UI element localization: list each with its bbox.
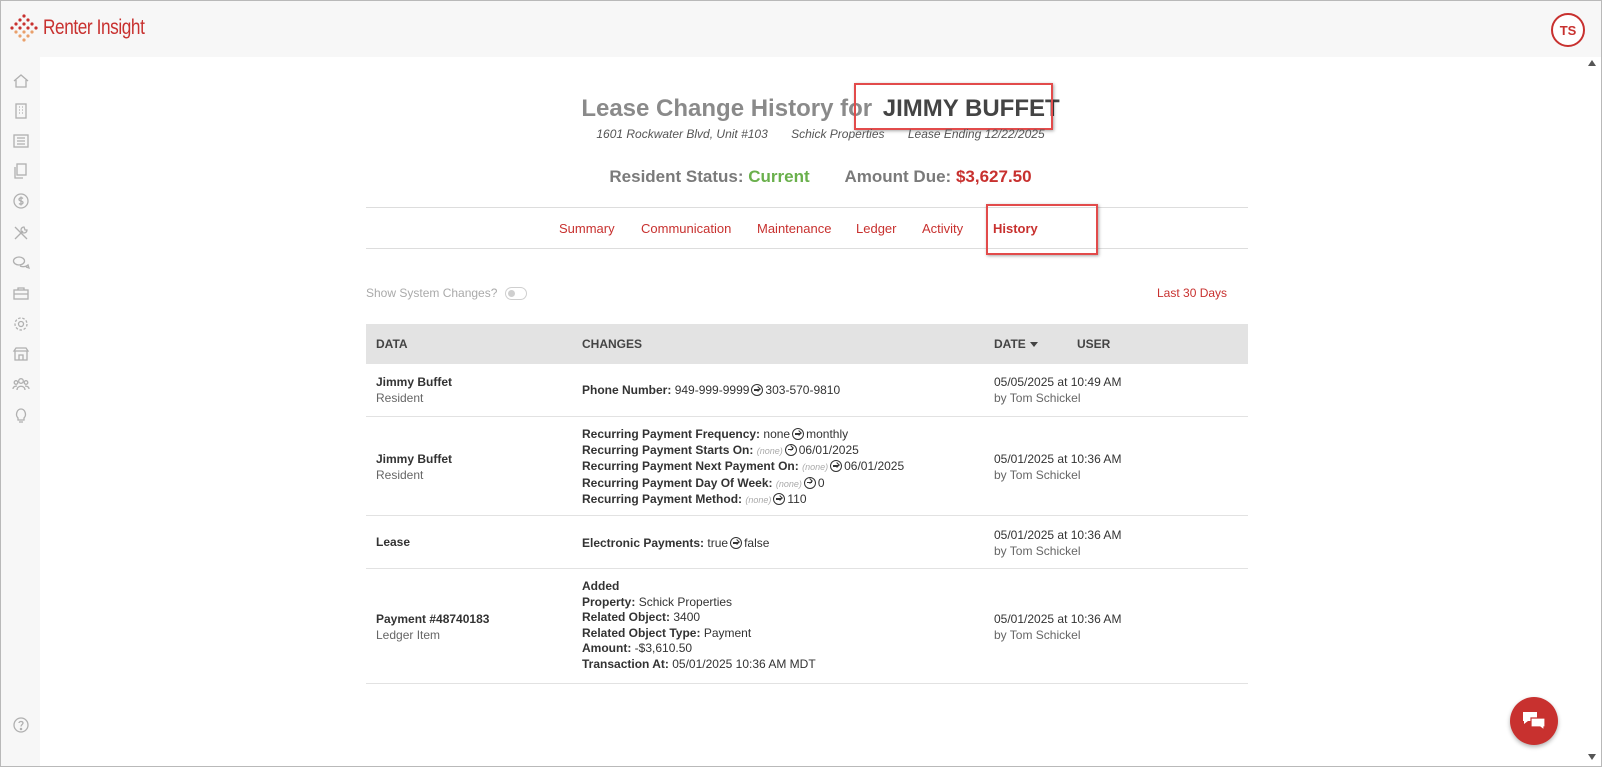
building-icon[interactable] xyxy=(12,102,30,120)
date-range-link[interactable]: Last 30 Days xyxy=(1157,286,1227,300)
home-icon[interactable] xyxy=(12,72,30,90)
briefcase-icon[interactable] xyxy=(12,284,30,302)
lease-tabs: Summary Communication Maintenance Ledger… xyxy=(366,207,1248,249)
chat-bubble-icon xyxy=(1523,712,1546,732)
arrow-right-icon xyxy=(773,493,786,506)
row-data-cell: Jimmy Buffet Resident xyxy=(376,374,452,406)
dollar-icon[interactable] xyxy=(12,192,30,210)
lease-ending: Lease Ending 12/22/2025 xyxy=(907,127,1045,141)
arrow-right-icon xyxy=(730,537,743,549)
page-title: Lease Change History for JIMMY BUFFET xyxy=(40,95,1601,123)
lease-subtitle: 1601 Rockwater Blvd, Unit #103 Schick Pr… xyxy=(40,127,1601,141)
show-system-changes-toggle[interactable] xyxy=(505,286,528,300)
status-value: Current xyxy=(748,167,810,186)
arrow-right-icon xyxy=(803,476,816,489)
main-content: Lease Change History for JIMMY BUFFET 16… xyxy=(40,57,1601,766)
header-user: USER xyxy=(1077,337,1111,351)
header-data: DATA xyxy=(376,337,408,351)
scroll-up-arrow-icon[interactable] xyxy=(1588,60,1596,66)
table-row: Jimmy Buffet Resident Phone Number: 949-… xyxy=(366,364,1248,417)
table-row: Payment #48740183 Ledger Item Added Prop… xyxy=(366,569,1248,684)
show-system-changes: Show System Changes? xyxy=(366,286,528,300)
status-label: Resident Status: xyxy=(609,167,744,186)
resident-status-line: Resident Status: Current Amount Due: $3,… xyxy=(40,167,1601,187)
arrow-right-icon xyxy=(830,460,843,473)
history-table: DATA CHANGES DATE USER Jimmy Buffet Resi… xyxy=(366,324,1248,684)
header-changes: CHANGES xyxy=(582,337,643,351)
row-data-cell: Jimmy Buffet Resident xyxy=(376,452,453,482)
row-date-cell: 05/01/2025 at 10:36 AM by Tom Schickel xyxy=(994,612,1122,642)
row-data-title: Jimmy Buffet xyxy=(376,375,453,389)
table-header: DATA CHANGES DATE USER xyxy=(366,324,1248,364)
tab-maintenance[interactable]: Maintenance xyxy=(757,221,831,236)
scroll-down-arrow-icon[interactable] xyxy=(1588,754,1596,760)
show-system-changes-label: Show System Changes? xyxy=(366,286,498,300)
tab-ledger[interactable]: Ledger xyxy=(856,221,896,236)
row-data-cell: Payment #48740183 Ledger Item xyxy=(376,612,490,642)
row-changes-cell: Added Property: Schick Properties Relate… xyxy=(582,579,816,671)
row-changes-cell: Electronic Payments: true false xyxy=(582,536,770,550)
arrow-right-icon xyxy=(784,443,797,456)
tab-activity[interactable]: Activity xyxy=(922,221,963,236)
sort-down-icon xyxy=(1029,342,1038,348)
resident-name-highlight-box xyxy=(854,83,1053,130)
arrow-right-icon xyxy=(792,428,805,440)
people-icon[interactable] xyxy=(12,375,30,393)
lease-address: 1601 Rockwater Blvd, Unit #103 xyxy=(596,127,768,141)
tab-summary[interactable]: Summary xyxy=(559,221,615,236)
history-tab-highlight-box xyxy=(986,204,1098,255)
lightbulb-icon[interactable] xyxy=(12,407,30,425)
page-title-prefix: Lease Change History for xyxy=(581,95,873,122)
tools-icon[interactable] xyxy=(12,224,30,242)
lease-property: Schick Properties xyxy=(791,127,885,141)
chat-icon[interactable] xyxy=(12,254,31,272)
header-date-sort[interactable]: DATE xyxy=(994,337,1038,351)
chat-widget-button[interactable] xyxy=(1510,697,1558,745)
top-bar: Renter Insight TS xyxy=(1,1,1601,57)
tab-communication[interactable]: Communication xyxy=(641,221,731,236)
row-date-cell: 05/05/2025 at 10:49 AM by Tom Schickel xyxy=(994,375,1122,405)
amount-due-label: Amount Due: xyxy=(844,167,952,186)
table-row: Lease Electronic Payments: true false 05/… xyxy=(366,516,1248,569)
row-changes-cell: Recurring Payment Frequency: none monthly… xyxy=(582,427,905,507)
amount-due-value: $3,627.50 xyxy=(955,167,1032,186)
arrow-right-icon xyxy=(751,384,764,396)
logo[interactable]: Renter Insight xyxy=(9,13,167,43)
row-data-subtitle: Resident xyxy=(376,391,424,405)
documents-icon[interactable] xyxy=(12,162,30,180)
sidebar xyxy=(1,57,40,766)
row-date-cell: 05/01/2025 at 10:36 AM by Tom Schickel xyxy=(994,528,1122,558)
help-icon[interactable] xyxy=(12,716,30,734)
row-date-cell: 05/01/2025 at 10:36 AM by Tom Schickel xyxy=(994,452,1122,482)
user-avatar[interactable]: TS xyxy=(1551,13,1585,47)
list-icon[interactable] xyxy=(12,132,30,150)
row-data-cell: Lease xyxy=(376,535,411,549)
gear-icon[interactable] xyxy=(12,315,30,333)
logo-text: Renter Insight xyxy=(43,16,145,39)
table-row: Jimmy Buffet Resident Recurring Payment … xyxy=(366,417,1248,516)
row-changes-cell: Phone Number: 949-999-9999 303-570-9810 xyxy=(582,383,841,397)
store-icon[interactable] xyxy=(12,345,30,363)
logo-diamond-icon xyxy=(9,13,39,43)
